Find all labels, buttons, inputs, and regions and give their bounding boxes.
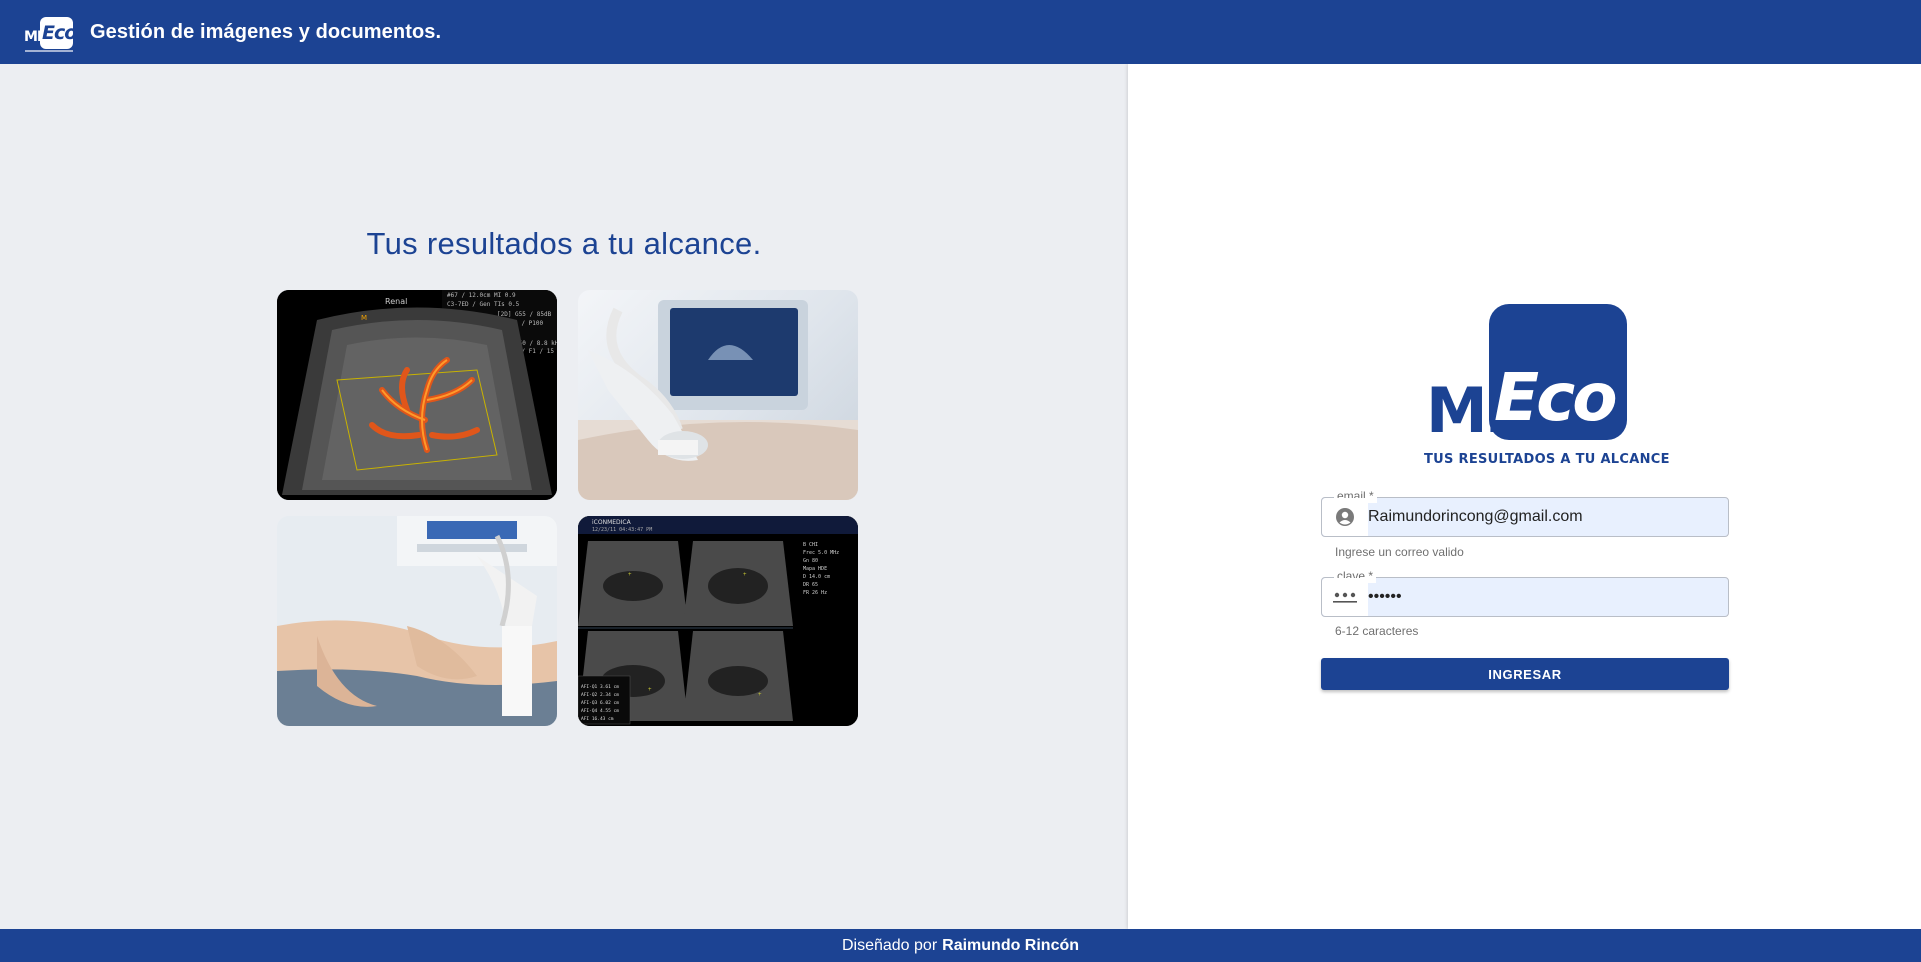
password-dots-icon bbox=[1322, 578, 1368, 616]
email-hint: Ingrese un correo valido bbox=[1335, 545, 1464, 559]
renal-doppler-svg: Renal #67 / 12.0cm MI 0.9 C3-7ED / Gen T… bbox=[277, 290, 557, 500]
footer-prefix: Diseñado por bbox=[841, 936, 938, 954]
svg-text:+: + bbox=[758, 692, 762, 698]
svg-text:AFI 16.43 cm: AFI 16.43 cm bbox=[581, 716, 614, 722]
svg-text:12/23/11 04:43:47 PM: 12/23/11 04:43:47 PM bbox=[592, 527, 652, 533]
email-field[interactable]: email * bbox=[1321, 489, 1729, 537]
svg-text:FR 26 Hz: FR 26 Hz bbox=[803, 590, 827, 596]
svg-text:Mapa HDE: Mapa HDE bbox=[803, 566, 827, 572]
svg-text:+: + bbox=[743, 572, 747, 578]
svg-text:Frec 5.0 MHz: Frec 5.0 MHz bbox=[803, 550, 839, 556]
svg-text:+: + bbox=[628, 572, 632, 578]
svg-text:M: M bbox=[361, 314, 367, 322]
multi-panel-svg: iCONMEDICA 12/23/11 04:43:47 PM + + + + bbox=[578, 516, 858, 726]
svg-text:C3-7ED / Gen TIs 0.5: C3-7ED / Gen TIs 0.5 bbox=[447, 301, 520, 308]
app-logo: MI Eco bbox=[22, 7, 77, 57]
brand-logo: MI Eco TUS RESULTADOS A TU ALCANCE bbox=[1424, 304, 1670, 474]
ultrasound-transducer-photo bbox=[578, 290, 858, 500]
svg-text:AFI-Q2 2.34 cm: AFI-Q2 2.34 cm bbox=[581, 692, 619, 698]
brand-logo-eco: Eco bbox=[1494, 359, 1618, 436]
hero-panel: Tus resultados a tu alcance. Renal #67 /… bbox=[0, 64, 1128, 929]
leg-ultrasound-exam-photo bbox=[277, 516, 557, 726]
login-button[interactable]: INGRESAR bbox=[1321, 658, 1729, 690]
svg-text:AFI-Q1 3.61 cm: AFI-Q1 3.61 cm bbox=[581, 684, 619, 690]
multi-panel-ultrasound-image: iCONMEDICA 12/23/11 04:43:47 PM + + + + bbox=[578, 516, 858, 726]
app-title: Gestión de imágenes y documentos. bbox=[90, 20, 442, 43]
svg-text:Gn 80: Gn 80 bbox=[803, 558, 818, 564]
svg-text:DR 65: DR 65 bbox=[803, 582, 818, 588]
email-input[interactable] bbox=[1368, 498, 1728, 536]
account-circle-icon bbox=[1322, 498, 1368, 536]
password-input[interactable] bbox=[1368, 578, 1728, 616]
renal-label: Renal bbox=[385, 297, 407, 306]
leg-exam-svg bbox=[277, 516, 557, 726]
hero-tagline: Tus resultados a tu alcance. bbox=[366, 226, 762, 261]
login-panel: MI Eco TUS RESULTADOS A TU ALCANCE email… bbox=[1128, 64, 1921, 929]
renal-doppler-ultrasound-image: Renal #67 / 12.0cm MI 0.9 C3-7ED / Gen T… bbox=[277, 290, 557, 500]
footer-author: Raimundo Rincón bbox=[942, 936, 1080, 954]
top-app-bar: MI Eco Gestión de imágenes y documentos. bbox=[0, 0, 1921, 64]
svg-text:[2D] G55 / 85dB: [2D] G55 / 85dB bbox=[497, 311, 552, 318]
logo-eco-text: Eco bbox=[42, 22, 77, 44]
logo-tagline-line bbox=[25, 50, 73, 52]
svg-text:AFI-Q4 4.55 cm: AFI-Q4 4.55 cm bbox=[581, 708, 619, 714]
brand-label: iCONMEDICA bbox=[592, 519, 632, 526]
svg-text:#67 / 12.0cm MI 0.9: #67 / 12.0cm MI 0.9 bbox=[447, 292, 516, 299]
footer: Diseñado por Raimundo Rincón bbox=[0, 929, 1921, 962]
password-hint: 6-12 caracteres bbox=[1335, 624, 1419, 638]
logo-mi-text: MI bbox=[24, 29, 42, 45]
svg-text:B CHI: B CHI bbox=[803, 542, 818, 548]
password-field[interactable]: clave * bbox=[1321, 569, 1729, 617]
svg-text:AFI-Q3 6.02 cm: AFI-Q3 6.02 cm bbox=[581, 700, 619, 706]
svg-text:+: + bbox=[648, 687, 652, 693]
brand-logo-tagline: TUS RESULTADOS A TU ALCANCE bbox=[1424, 452, 1670, 467]
svg-text:D 14.0 cm: D 14.0 cm bbox=[803, 574, 830, 580]
transducer-svg bbox=[578, 300, 858, 500]
